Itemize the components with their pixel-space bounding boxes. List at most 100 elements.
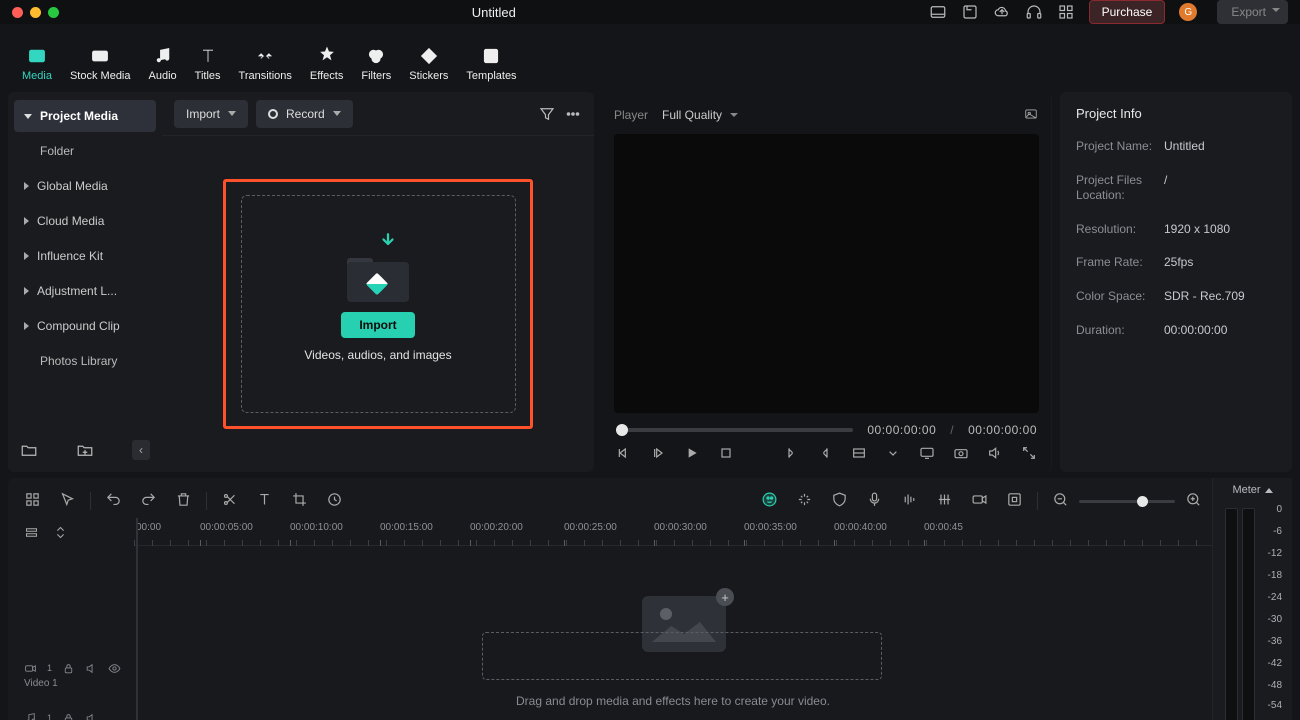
- snapshot-area-icon[interactable]: [1023, 107, 1039, 124]
- sidebar-item-global-media[interactable]: Global Media: [14, 170, 156, 202]
- window-controls[interactable]: [12, 7, 59, 18]
- mute-icon[interactable]: [85, 662, 98, 675]
- sidebar-item-label: Influence Kit: [37, 249, 103, 263]
- player-label: Player: [614, 108, 648, 122]
- db-label: -48: [1268, 680, 1282, 691]
- snapshot-button[interactable]: [953, 445, 969, 464]
- import-button[interactable]: Import: [341, 312, 414, 338]
- tab-transitions[interactable]: Transitions: [239, 46, 292, 86]
- sidebar-item-adjustment-layer[interactable]: Adjustment L...: [14, 275, 156, 307]
- fullscreen-button[interactable]: [1021, 445, 1037, 464]
- zoom-slider[interactable]: [1079, 500, 1175, 503]
- db-label: -54: [1268, 700, 1282, 711]
- timeline-dropzone[interactable]: [482, 632, 882, 680]
- sparkle-icon[interactable]: [796, 491, 813, 511]
- lock-icon[interactable]: [62, 662, 75, 675]
- zoom-out-button[interactable]: [1052, 491, 1069, 511]
- text-tool-icon[interactable]: [256, 491, 273, 511]
- marker-tool-icon[interactable]: [936, 491, 953, 511]
- maximize-window-button[interactable]: [48, 7, 59, 18]
- db-label: -6: [1273, 526, 1282, 537]
- timeline-track-area[interactable]: 00:00 00:00:05:00 00:00:10:00 00:00:15:0…: [134, 518, 1212, 720]
- meter-header[interactable]: Meter: [1232, 484, 1272, 496]
- import-dropzone[interactable]: Import Videos, audios, and images: [241, 195, 516, 413]
- layers-icon[interactable]: [24, 525, 39, 543]
- audio-tool-icon[interactable]: [901, 491, 918, 511]
- add-icon[interactable]: +: [716, 588, 734, 606]
- export-button[interactable]: Export: [1217, 0, 1288, 24]
- tab-media[interactable]: Media: [22, 46, 52, 86]
- tab-audio[interactable]: Audio: [149, 46, 177, 86]
- save-icon[interactable]: [961, 3, 979, 21]
- undo-button[interactable]: [105, 491, 122, 511]
- media-drop-area[interactable]: Import Videos, audios, and images: [162, 136, 594, 472]
- close-window-button[interactable]: [12, 7, 23, 18]
- layout-icon[interactable]: [929, 3, 947, 21]
- sidebar-item-cloud-media[interactable]: Cloud Media: [14, 205, 156, 237]
- tab-effects[interactable]: Effects: [310, 46, 343, 86]
- minimize-window-button[interactable]: [30, 7, 41, 18]
- redo-button[interactable]: [140, 491, 157, 511]
- auto-button[interactable]: [761, 491, 778, 511]
- tab-stock-media[interactable]: Stock Media: [70, 46, 131, 86]
- stop-button[interactable]: [718, 445, 734, 464]
- sidebar-item-project-media[interactable]: Project Media: [14, 100, 156, 132]
- cloud-icon[interactable]: [993, 3, 1011, 21]
- preview-viewport[interactable]: [614, 134, 1039, 413]
- sidebar-item-compound-clip[interactable]: Compound Clip: [14, 310, 156, 342]
- mic-icon[interactable]: [866, 491, 883, 511]
- zoom-in-button[interactable]: [1185, 491, 1202, 511]
- new-folder-icon[interactable]: [20, 441, 38, 459]
- tab-titles[interactable]: Titles: [195, 46, 221, 86]
- grid-icon[interactable]: [24, 491, 41, 511]
- volume-button[interactable]: [987, 445, 1003, 464]
- import-dropdown[interactable]: Import: [174, 100, 248, 128]
- info-key: Resolution:: [1076, 222, 1164, 238]
- visibility-icon[interactable]: [108, 662, 121, 675]
- play-button[interactable]: [684, 445, 700, 464]
- sidebar-item-influence-kit[interactable]: Influence Kit: [14, 240, 156, 272]
- select-tool-icon[interactable]: [59, 491, 76, 511]
- purchase-button[interactable]: Purchase: [1089, 0, 1166, 24]
- new-bin-icon[interactable]: [76, 441, 94, 459]
- collapse-sidebar-button[interactable]: ‹: [132, 440, 150, 460]
- tab-label: Audio: [149, 70, 177, 82]
- time-separator: /: [950, 423, 954, 437]
- quality-dropdown[interactable]: Full Quality: [662, 108, 738, 122]
- record-tool-icon[interactable]: [971, 491, 988, 511]
- prev-frame-button[interactable]: [616, 445, 632, 464]
- sidebar-sub-folder[interactable]: Folder: [14, 135, 156, 167]
- playback-slider[interactable]: [616, 428, 853, 432]
- shield-icon[interactable]: [831, 491, 848, 511]
- video-icon: [24, 662, 37, 675]
- crop-tool-icon[interactable]: [291, 491, 308, 511]
- video-track-header[interactable]: 1 Video 1: [14, 650, 134, 700]
- sidebar-item-photos-library[interactable]: Photos Library: [14, 345, 156, 377]
- mark-in-button[interactable]: [783, 445, 799, 464]
- split-button[interactable]: [221, 491, 238, 511]
- tab-stickers[interactable]: Stickers: [409, 46, 448, 86]
- mark-out-button[interactable]: [817, 445, 833, 464]
- mute-icon[interactable]: [85, 712, 98, 720]
- filter-icon[interactable]: [538, 105, 556, 123]
- chevron-down-icon[interactable]: [885, 445, 901, 464]
- apps-icon[interactable]: [1057, 3, 1075, 21]
- tab-label: Effects: [310, 70, 343, 82]
- step-back-button[interactable]: [650, 445, 666, 464]
- expand-icon[interactable]: [53, 525, 68, 543]
- audio-track-header[interactable]: 1 Audio 1: [14, 700, 134, 720]
- aspect-ratio-button[interactable]: [851, 445, 867, 464]
- time-ruler[interactable]: 00:00 00:00:05:00 00:00:10:00 00:00:15:0…: [134, 518, 1212, 546]
- playhead[interactable]: [136, 518, 138, 720]
- keyframe-icon[interactable]: [1006, 491, 1023, 511]
- display-icon[interactable]: [919, 445, 935, 464]
- more-icon[interactable]: [564, 105, 582, 123]
- lock-icon[interactable]: [62, 712, 75, 720]
- tab-templates[interactable]: Templates: [466, 46, 516, 86]
- speed-button[interactable]: [326, 491, 343, 511]
- record-dropdown[interactable]: Record: [256, 100, 353, 128]
- delete-button[interactable]: [175, 491, 192, 511]
- user-avatar[interactable]: G: [1179, 3, 1197, 21]
- tab-filters[interactable]: Filters: [361, 46, 391, 86]
- headset-icon[interactable]: [1025, 3, 1043, 21]
